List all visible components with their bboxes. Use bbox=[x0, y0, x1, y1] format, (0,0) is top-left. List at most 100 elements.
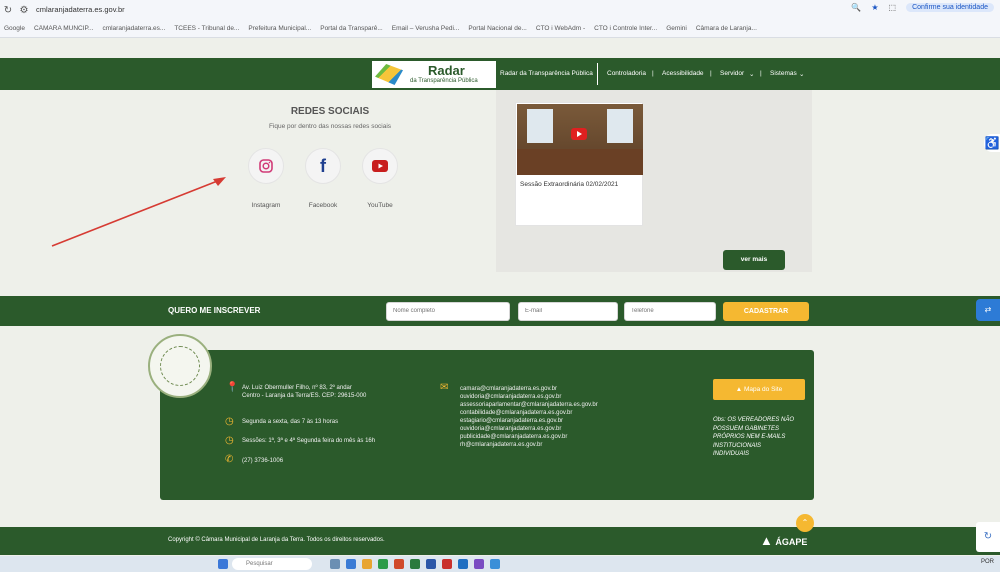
translate-icon[interactable]: ⇄ bbox=[976, 299, 1000, 321]
address-line: Centro - Laranja da Terra/ES. CEP: 29615… bbox=[242, 393, 367, 399]
bookmark-star-icon[interactable]: ★ bbox=[871, 3, 878, 12]
menu-separator: | bbox=[760, 70, 762, 77]
bookmark-item[interactable]: cmlaranjadaterra.es... bbox=[102, 25, 165, 32]
app-icon[interactable] bbox=[378, 559, 388, 569]
note-line: INSTITUCIONAIS bbox=[713, 442, 762, 449]
annotation-arrow-icon bbox=[51, 177, 226, 247]
instagram-icon bbox=[248, 148, 284, 184]
menu-servidor[interactable]: Servidor bbox=[720, 70, 744, 77]
language-indicator[interactable]: POR bbox=[981, 559, 994, 565]
menu-sistemas[interactable]: Sistemas bbox=[770, 70, 797, 77]
instagram-link[interactable]: Instagram bbox=[241, 148, 291, 209]
email-link[interactable]: camara@cmlaranjadaterra.es.gov.br bbox=[460, 385, 598, 393]
bookmark-item[interactable]: Google bbox=[4, 25, 25, 32]
address-row: ↻ ⚙ cmlaranjadaterra.es.gov.br 🔍 ★ ⬚ Con… bbox=[0, 0, 1000, 20]
email-link[interactable]: ouvidoria@cmlaranjadaterra.es.gov.br bbox=[460, 425, 598, 433]
email-link[interactable]: contabilidade@cmlaranjadaterra.es.gov.br bbox=[460, 409, 598, 417]
bookmark-item[interactable]: CTO i WebAdm - bbox=[536, 25, 585, 32]
subscribe-label: QUERO ME INSCREVER bbox=[168, 306, 261, 315]
email-input[interactable] bbox=[518, 302, 618, 321]
excel-icon[interactable] bbox=[410, 559, 420, 569]
phone-input[interactable] bbox=[624, 302, 716, 321]
word-icon[interactable] bbox=[426, 559, 436, 569]
youtube-label: YouTube bbox=[367, 202, 393, 209]
radar-logo[interactable]: Radar da Transparência Pública bbox=[372, 61, 496, 88]
facebook-link[interactable]: f Facebook bbox=[298, 148, 348, 209]
radar-logo-icon bbox=[375, 64, 403, 85]
sitemap-icon: ▲ bbox=[735, 386, 744, 393]
email-link[interactable]: estagiario@cmlaranjadaterra.es.gov.br bbox=[460, 417, 598, 425]
bookmark-item[interactable]: CÂMARA MUNCIP... bbox=[34, 25, 93, 32]
agape-label: ÁGAPE bbox=[775, 537, 808, 547]
taskbar-search[interactable]: Pesquisar bbox=[232, 558, 312, 570]
address-line: Av. Luiz Obermuller Filho, nº 83, 2º and… bbox=[242, 385, 352, 391]
cadastrar-button[interactable]: CADASTRAR bbox=[723, 302, 809, 321]
chrome-icon[interactable] bbox=[394, 559, 404, 569]
instagram-label: Instagram bbox=[251, 202, 281, 209]
note-line: INDIVIDUAIS bbox=[713, 451, 750, 457]
email-link[interactable]: rh@cmlaranjadaterra.es.gov.br bbox=[460, 441, 598, 449]
zoom-icon[interactable]: 🔍 bbox=[851, 3, 861, 12]
phone: (27) 3736-1006 bbox=[242, 458, 284, 464]
identity-pill[interactable]: Confirme sua identidade bbox=[906, 3, 994, 12]
email-link[interactable]: publicidade@cmlaranjadaterra.es.gov.br bbox=[460, 433, 598, 441]
bookmarks-bar: Google CÂMARA MUNCIP... cmlaranjadaterra… bbox=[4, 21, 1000, 36]
video-caption[interactable]: Sessão Extraordinária 02/02/2021 bbox=[520, 181, 618, 188]
recaptcha-icon[interactable]: ↻ bbox=[976, 522, 1000, 552]
app-icon[interactable] bbox=[474, 559, 484, 569]
note-line: POSSUEM GABINETES bbox=[713, 425, 780, 432]
sessions: Sessões: 1ª, 3ª e 4ª Segunda feira do mê… bbox=[242, 438, 376, 444]
bookmark-item[interactable]: Email – Verusha Pedi... bbox=[392, 25, 460, 32]
menu-controladoria[interactable]: Controladoria bbox=[607, 70, 646, 77]
bookmark-item[interactable]: Prefeitura Municipal... bbox=[248, 25, 311, 32]
facebook-icon: f bbox=[305, 148, 341, 184]
radar-link[interactable]: Radar da Transparência Pública bbox=[500, 70, 593, 77]
bookmark-item[interactable]: Portal Nacional de... bbox=[468, 25, 527, 32]
bookmark-item[interactable]: Câmara de Laranja... bbox=[696, 25, 757, 32]
ver-mais-button[interactable]: ver mais bbox=[723, 250, 785, 270]
scroll-top-icon[interactable]: ⌃ bbox=[796, 514, 814, 532]
bookmark-item[interactable]: Gemini bbox=[666, 25, 687, 32]
folder-icon[interactable] bbox=[362, 559, 372, 569]
email-link[interactable]: assessoriaparlamentar@cmlaranjadaterra.e… bbox=[460, 401, 598, 409]
menu-separator: | bbox=[652, 70, 654, 77]
hours: Segunda a sexta, das 7 às 13 horas bbox=[242, 419, 339, 425]
play-icon[interactable] bbox=[571, 128, 587, 140]
address-bar[interactable]: cmlaranjadaterra.es.gov.br bbox=[36, 3, 796, 17]
extensions-icon[interactable]: ⬚ bbox=[889, 3, 897, 12]
pdf-icon[interactable] bbox=[442, 559, 452, 569]
menu-acessibilidade[interactable]: Acessibilidade bbox=[662, 70, 704, 77]
bookmark-item[interactable]: CTO i Controle Inter... bbox=[594, 25, 657, 32]
social-section: REDES SOCIAIS Fique por dentro das nossa… bbox=[230, 106, 430, 130]
sitemap-button[interactable]: ▲ Mapa do Site bbox=[713, 379, 805, 400]
bookmark-item[interactable]: Portal da Transparê... bbox=[320, 25, 383, 32]
app-icon[interactable] bbox=[346, 559, 356, 569]
app-icon[interactable] bbox=[490, 559, 500, 569]
video-thumbnail[interactable] bbox=[517, 104, 643, 175]
social-subtitle: Fique por dentro das nossas redes sociai… bbox=[268, 123, 392, 130]
phone-icon: ✆ bbox=[225, 454, 234, 465]
agape-logo[interactable]: ▲ ÁGAPE bbox=[760, 533, 807, 548]
municipal-seal bbox=[148, 334, 212, 398]
name-input[interactable] bbox=[386, 302, 510, 321]
email-link[interactable]: ouvidoria@cmlaranjadaterra.es.gov.br bbox=[460, 393, 598, 401]
reload-icon[interactable]: ↻ bbox=[0, 5, 16, 16]
copyright-bar: Copyright © Câmara Municipal de Laranja … bbox=[0, 527, 1000, 555]
map-pin-icon: 📍 bbox=[226, 382, 239, 393]
email-list: camara@cmlaranjadaterra.es.gov.br ouvido… bbox=[460, 385, 598, 449]
bookmark-item[interactable]: TCEES - Tribunal de... bbox=[174, 25, 239, 32]
accessibility-icon[interactable]: ♿ bbox=[984, 134, 1000, 152]
mail-icon: ✉ bbox=[440, 382, 449, 393]
app-icon[interactable] bbox=[330, 559, 340, 569]
facebook-label: Facebook bbox=[308, 202, 338, 209]
video-card[interactable] bbox=[515, 102, 643, 226]
radar-logo-title: Radar bbox=[428, 63, 465, 78]
start-icon[interactable] bbox=[218, 559, 228, 569]
os-taskbar: Pesquisar POR bbox=[0, 556, 1000, 572]
browser-actions: 🔍 ★ ⬚ Confirme sua identidade bbox=[851, 3, 994, 12]
copyright-text: Copyright © Câmara Municipal de Laranja … bbox=[168, 537, 385, 543]
system-tray: POR bbox=[981, 559, 994, 565]
app-icon[interactable] bbox=[458, 559, 468, 569]
site-info-icon[interactable]: ⚙ bbox=[16, 5, 32, 16]
youtube-link[interactable]: YouTube bbox=[355, 148, 405, 209]
